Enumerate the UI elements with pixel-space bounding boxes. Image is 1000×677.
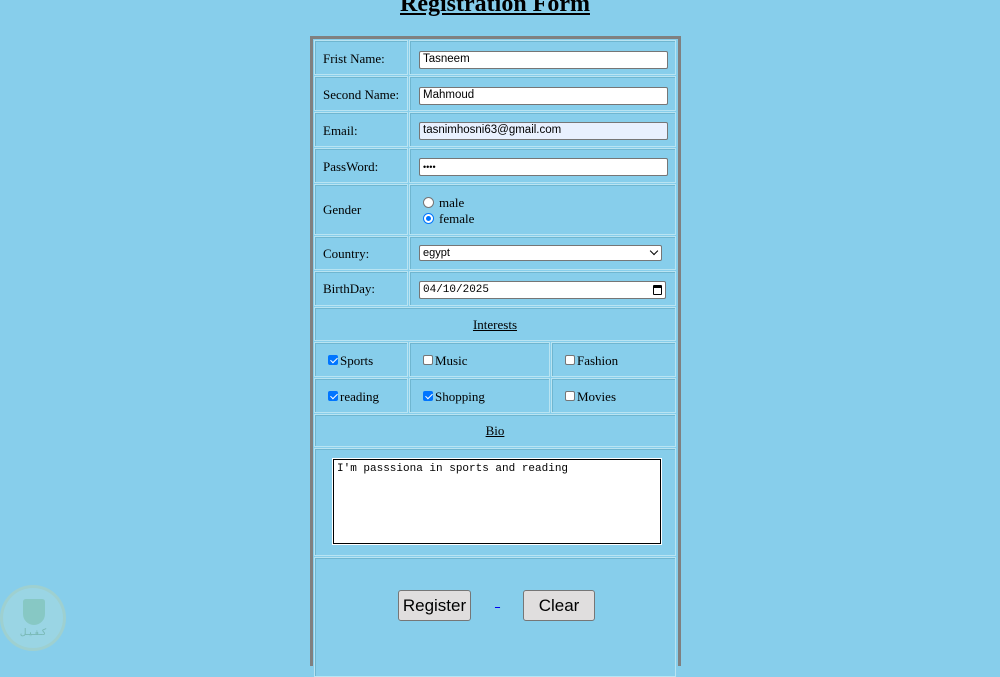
password-label: PassWord: bbox=[323, 159, 379, 174]
interests-heading: Interests bbox=[472, 317, 518, 332]
sports-checkbox[interactable] bbox=[328, 355, 338, 365]
gender-options-cell: male female bbox=[409, 184, 676, 235]
clear-button[interactable]: Clear bbox=[523, 590, 595, 621]
calendar-icon[interactable] bbox=[653, 285, 662, 295]
interest-cell-sports: Sports bbox=[314, 342, 408, 377]
fashion-label: Fashion bbox=[577, 353, 619, 368]
first-name-label-cell: Frist Name: bbox=[314, 40, 408, 75]
password-field[interactable]: •••• bbox=[419, 158, 668, 176]
interest-cell-movies: Movies bbox=[551, 378, 676, 413]
email-input-cell: tasnimhosni63@gmail.com bbox=[409, 112, 676, 147]
gender-label: Gender bbox=[323, 202, 362, 217]
watermark-text: كـفـيـل bbox=[19, 628, 47, 638]
gender-female-label: female bbox=[439, 211, 475, 226]
email-label: Email: bbox=[323, 123, 358, 138]
email-label-cell: Email: bbox=[314, 112, 408, 147]
password-input-cell: •••• bbox=[409, 148, 676, 183]
bio-textarea-cell: I'm passsiona in sports and reading bbox=[314, 448, 676, 556]
gender-male-label: male bbox=[439, 195, 465, 210]
birthday-input-cell: 04/10/2025 bbox=[409, 271, 676, 306]
reading-label: reading bbox=[340, 389, 379, 404]
bio-textarea[interactable]: I'm passsiona in sports and reading bbox=[332, 458, 662, 545]
gender-label-cell: Gender bbox=[314, 184, 408, 235]
first-name-label: Frist Name: bbox=[323, 51, 385, 66]
shopping-checkbox[interactable] bbox=[423, 391, 433, 401]
gender-female-radio[interactable] bbox=[423, 213, 434, 224]
second-name-label-cell: Second Name: bbox=[314, 76, 408, 111]
birthday-label: BirthDay: bbox=[323, 281, 375, 296]
country-label-cell: Country: bbox=[314, 236, 408, 270]
music-checkbox[interactable] bbox=[423, 355, 433, 365]
birthday-date-value: 04/10/2025 bbox=[423, 284, 490, 296]
shopping-label: Shopping bbox=[435, 389, 485, 404]
interest-cell-music: Music bbox=[409, 342, 550, 377]
movies-label: Movies bbox=[577, 389, 616, 404]
chevron-down-icon bbox=[649, 246, 659, 256]
reading-checkbox[interactable] bbox=[328, 391, 338, 401]
first-name-input[interactable]: Tasneem bbox=[419, 51, 668, 69]
movies-checkbox[interactable] bbox=[565, 391, 575, 401]
interest-cell-shopping: Shopping bbox=[409, 378, 550, 413]
shield-icon bbox=[23, 599, 45, 625]
second-name-label: Second Name: bbox=[323, 87, 400, 102]
music-label: Music bbox=[435, 353, 468, 368]
register-button[interactable]: Register bbox=[398, 590, 471, 621]
fashion-checkbox[interactable] bbox=[565, 355, 575, 365]
password-label-cell: PassWord: bbox=[314, 148, 408, 183]
second-name-input-cell: Mahmoud bbox=[409, 76, 676, 111]
registration-form: Frist Name: Tasneem Second Name: Mahmoud… bbox=[310, 36, 681, 677]
country-select[interactable]: egypt bbox=[419, 245, 662, 261]
sports-label: Sports bbox=[340, 353, 374, 368]
page-title: Registration Form bbox=[400, 0, 590, 17]
country-label: Country: bbox=[323, 246, 370, 261]
interests-heading-cell: Interests bbox=[314, 307, 676, 341]
bio-heading: Bio bbox=[485, 423, 505, 438]
birthday-label-cell: BirthDay: bbox=[314, 271, 408, 306]
interest-cell-fashion: Fashion bbox=[551, 342, 676, 377]
email-field[interactable]: tasnimhosni63@gmail.com bbox=[419, 122, 668, 140]
gender-male-radio[interactable] bbox=[423, 197, 434, 208]
country-select-cell: egypt bbox=[409, 236, 676, 270]
bio-heading-cell: Bio bbox=[314, 414, 676, 447]
buttons-cell: Register _ Clear bbox=[314, 557, 676, 677]
spacer-link[interactable]: _ bbox=[495, 598, 500, 609]
second-name-input[interactable]: Mahmoud bbox=[419, 87, 668, 105]
first-name-input-cell: Tasneem bbox=[409, 40, 676, 75]
watermark-logo: كـفـيـل bbox=[0, 585, 66, 651]
country-select-value: egypt bbox=[423, 247, 450, 259]
birthday-date-input[interactable]: 04/10/2025 bbox=[419, 281, 666, 299]
interest-cell-reading: reading bbox=[314, 378, 408, 413]
